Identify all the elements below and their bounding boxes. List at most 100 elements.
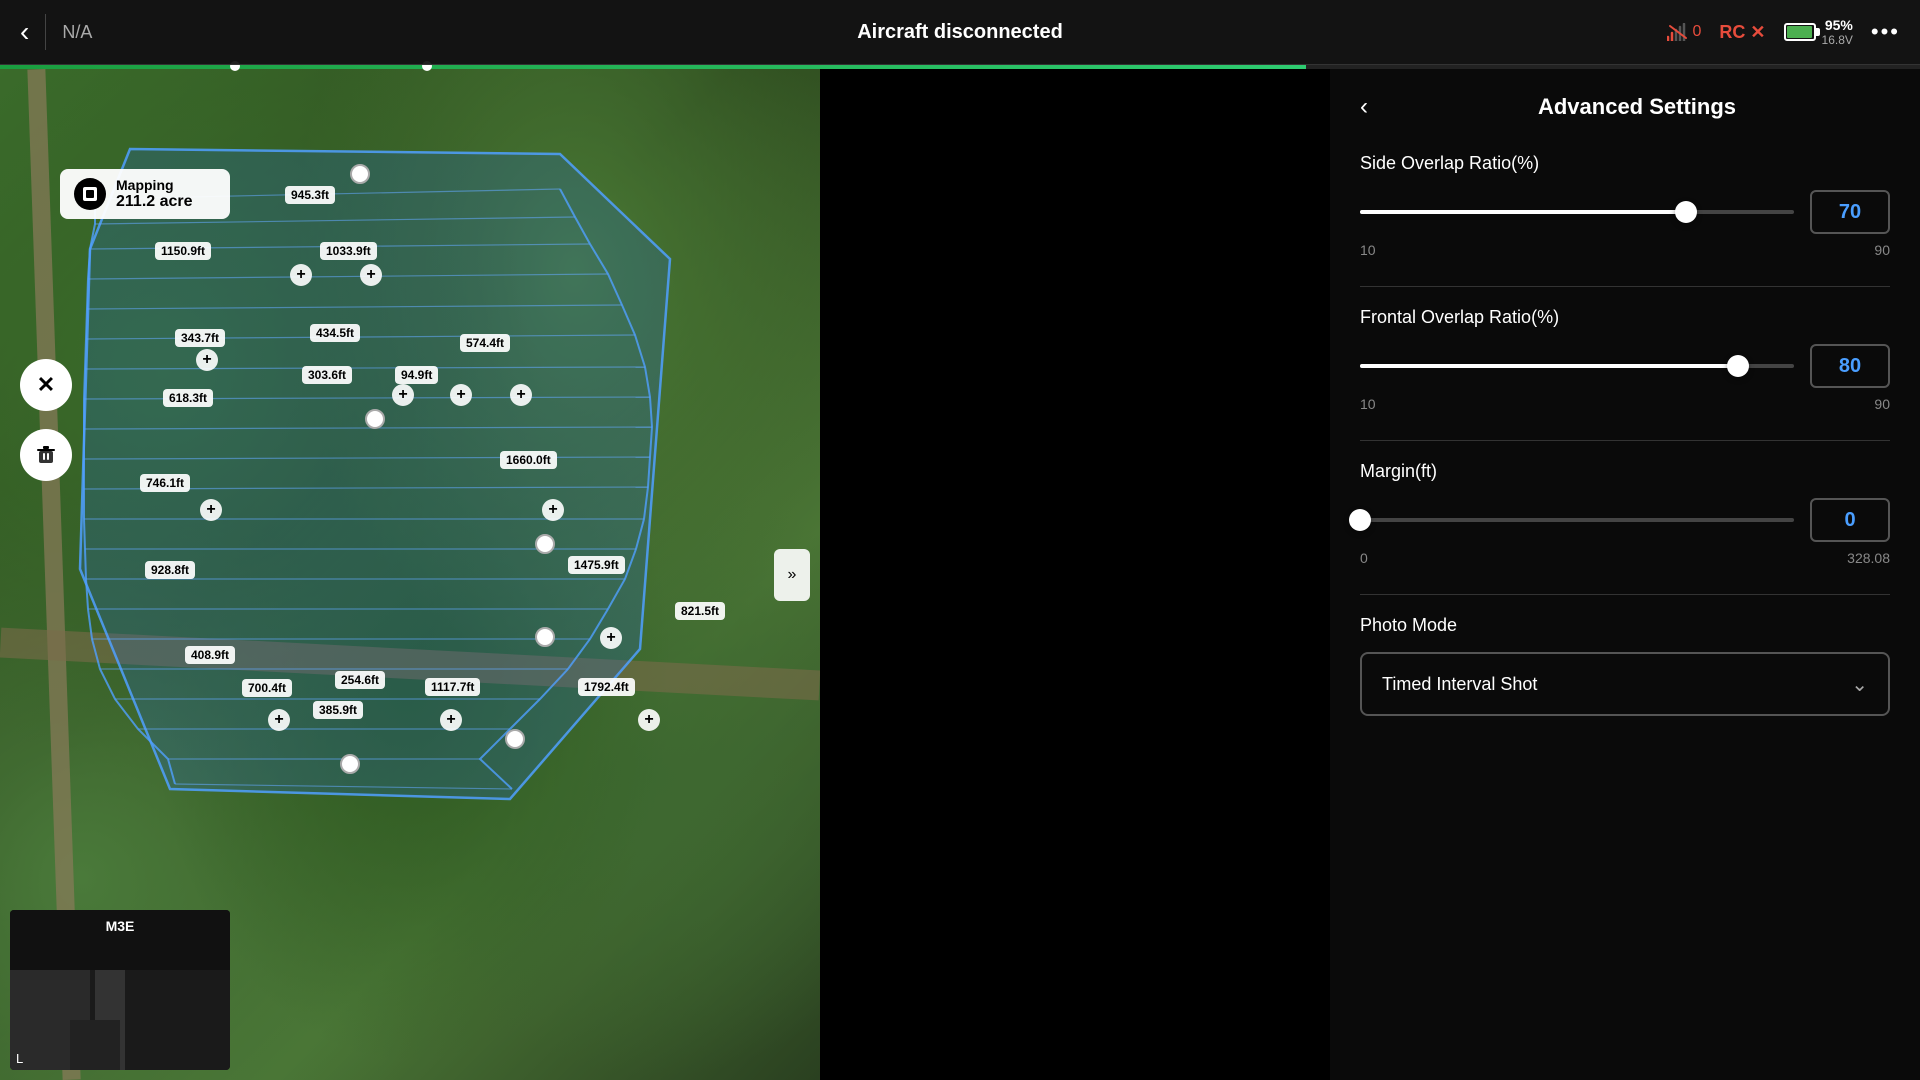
photo-mode-value: Timed Interval Shot <box>1382 674 1537 695</box>
mapping-text: Mapping 211.2 acre <box>116 177 193 211</box>
dist-label: 408.9ft <box>185 646 235 664</box>
divider-2 <box>1360 440 1890 441</box>
margin-min: 0 <box>1360 550 1368 566</box>
margin-slider[interactable] <box>1360 518 1794 522</box>
battery-info: 95% 16.8V <box>1822 17 1853 47</box>
battery-percent: 95% <box>1825 17 1853 33</box>
margin-max: 328.08 <box>1847 550 1890 566</box>
dist-label: 746.1ft <box>140 474 190 492</box>
plus-marker[interactable]: + <box>510 384 532 406</box>
side-overlap-section: Side Overlap Ratio(%) 70 10 90 <box>1360 153 1890 258</box>
plus-marker[interactable]: + <box>196 349 218 371</box>
plus-marker[interactable]: + <box>638 709 660 731</box>
margin-section: Margin(ft) 0 0 328.08 <box>1360 461 1890 566</box>
dist-label: 434.5ft <box>310 324 360 342</box>
frontal-overlap-max: 90 <box>1874 396 1890 412</box>
panel-back-button[interactable]: ‹ <box>1360 93 1368 121</box>
vertex-marker[interactable] <box>535 534 555 554</box>
vertex-marker[interactable] <box>505 729 525 749</box>
panel-header: ‹ Advanced Settings <box>1360 93 1890 121</box>
side-overlap-max: 90 <box>1874 242 1890 258</box>
mapping-info-box: Mapping 211.2 acre <box>60 169 230 219</box>
side-overlap-row: 70 <box>1360 190 1890 234</box>
divider-3 <box>1360 594 1890 595</box>
side-overlap-value[interactable]: 70 <box>1810 190 1890 234</box>
signal-status: 0 <box>1667 23 1702 41</box>
mapping-icon <box>74 178 106 210</box>
plus-marker[interactable]: + <box>360 264 382 286</box>
frontal-overlap-slider[interactable] <box>1360 364 1794 368</box>
dist-label: 574.4ft <box>460 334 510 352</box>
header-controls: 0 RC ✕ 95% 16.8V ••• <box>1667 17 1900 47</box>
frontal-overlap-label: Frontal Overlap Ratio(%) <box>1360 307 1890 328</box>
close-button[interactable]: ✕ <box>20 359 72 411</box>
dist-label: 1117.7ft <box>425 678 480 696</box>
dist-label: 1792.4ft <box>578 678 635 696</box>
margin-value[interactable]: 0 <box>1810 498 1890 542</box>
dist-label: 1475.9ft <box>568 556 625 574</box>
plus-marker[interactable]: + <box>600 627 622 649</box>
plus-marker[interactable]: + <box>392 384 414 406</box>
dist-label: 928.8ft <box>145 561 195 579</box>
delete-button[interactable] <box>20 429 72 481</box>
dist-label: 254.6ft <box>335 671 385 689</box>
side-overlap-range: 10 90 <box>1360 242 1890 258</box>
more-button[interactable]: ••• <box>1871 19 1900 45</box>
progress-fill <box>0 65 1306 69</box>
map-area[interactable]: Mapping 211.2 acre 945.3ft 1150.9ft 1033… <box>0 69 820 1080</box>
dist-label: 700.4ft <box>242 679 292 697</box>
side-overlap-thumb[interactable] <box>1675 201 1697 223</box>
aircraft-name: N/A <box>62 22 92 43</box>
connection-status: Aircraft disconnected <box>857 21 1063 44</box>
margin-range: 0 328.08 <box>1360 550 1890 566</box>
chevron-down-icon: ⌄ <box>1851 672 1868 697</box>
frontal-overlap-row: 80 <box>1360 344 1890 388</box>
side-overlap-min: 10 <box>1360 242 1376 258</box>
frontal-overlap-value[interactable]: 80 <box>1810 344 1890 388</box>
battery-icon <box>1784 23 1816 41</box>
plus-marker[interactable]: + <box>542 499 564 521</box>
margin-thumb[interactable] <box>1349 509 1371 531</box>
photo-mode-dropdown[interactable]: Timed Interval Shot ⌄ <box>1360 652 1890 716</box>
vertex-marker[interactable] <box>340 754 360 774</box>
mapping-title: Mapping <box>116 177 193 193</box>
frontal-overlap-range: 10 90 <box>1360 396 1890 412</box>
dist-label: 821.5ft <box>675 602 725 620</box>
camera-preview-image <box>10 910 230 1070</box>
header-divider <box>45 14 46 50</box>
side-overlap-slider[interactable] <box>1360 210 1794 214</box>
plus-marker[interactable]: + <box>450 384 472 406</box>
dist-label: 385.9ft <box>313 701 363 719</box>
camera-corner-label: L <box>16 1051 23 1066</box>
frontal-overlap-thumb[interactable] <box>1727 355 1749 377</box>
margin-label: Margin(ft) <box>1360 461 1890 482</box>
frontal-overlap-section: Frontal Overlap Ratio(%) 80 10 90 <box>1360 307 1890 412</box>
dist-label: 303.6ft <box>302 366 352 384</box>
dist-label: 94.9ft <box>395 366 438 384</box>
battery-section: 95% 16.8V <box>1784 17 1853 47</box>
panel-title: Advanced Settings <box>1384 94 1890 120</box>
camera-preview: M3E L <box>10 910 230 1070</box>
side-overlap-fill <box>1360 210 1686 214</box>
dist-label: 343.7ft <box>175 329 225 347</box>
mapping-value: 211.2 acre <box>116 193 193 211</box>
vertex-marker[interactable] <box>350 164 370 184</box>
signal-count: 0 <box>1693 23 1702 41</box>
rc-status: RC ✕ <box>1719 22 1765 43</box>
vertex-marker[interactable] <box>535 627 555 647</box>
app-header: ‹ N/A Aircraft disconnected 0 RC ✕ 95% <box>0 0 1920 65</box>
vertex-marker[interactable] <box>365 409 385 429</box>
dist-label: 618.3ft <box>163 389 213 407</box>
frontal-overlap-min: 10 <box>1360 396 1376 412</box>
plus-marker[interactable]: + <box>290 264 312 286</box>
back-button[interactable]: ‹ <box>20 16 29 48</box>
margin-row: 0 <box>1360 498 1890 542</box>
plus-marker[interactable]: + <box>268 709 290 731</box>
battery-voltage: 16.8V <box>1822 33 1853 47</box>
expand-button[interactable]: » <box>774 549 810 601</box>
photo-mode-label: Photo Mode <box>1360 615 1890 636</box>
progress-bar <box>0 65 1920 69</box>
plus-marker[interactable]: + <box>200 499 222 521</box>
photo-mode-section: Photo Mode Timed Interval Shot ⌄ <box>1360 615 1890 716</box>
plus-marker[interactable]: + <box>440 709 462 731</box>
